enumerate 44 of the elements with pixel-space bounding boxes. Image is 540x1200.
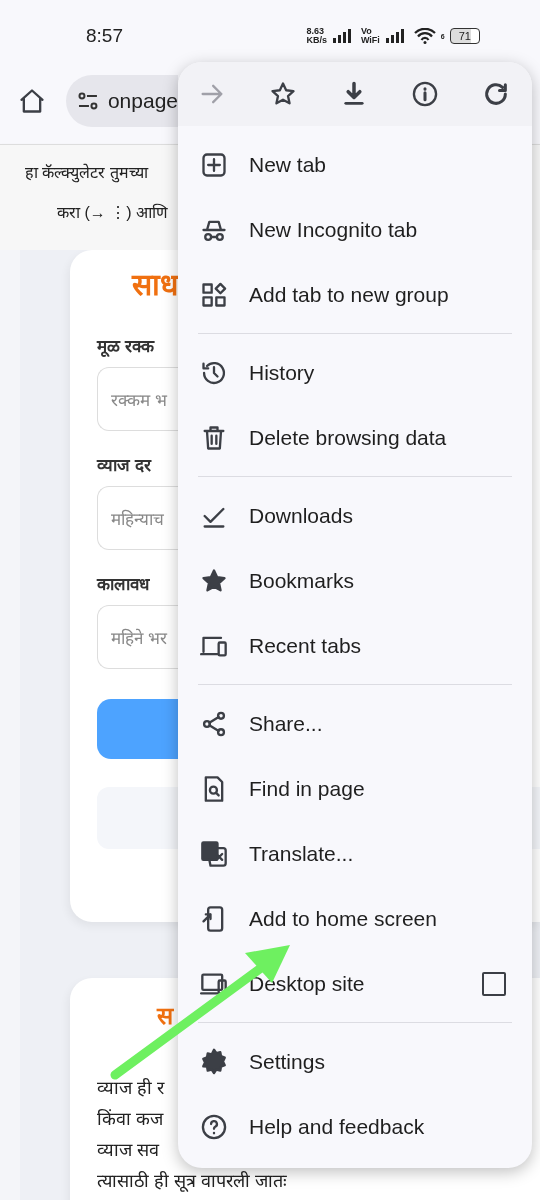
- menu-item[interactable]: Help and feedback: [178, 1094, 532, 1159]
- menu-item[interactable]: Delete browsing data: [178, 405, 532, 470]
- menu-item[interactable]: Translate...: [178, 821, 532, 886]
- menu-item[interactable]: Add tab to new group: [178, 262, 532, 327]
- banner-text: हा कॅल्क्युलेटर तुमच्या: [25, 162, 148, 183]
- help-icon: [200, 1112, 228, 1141]
- shapes-icon: [200, 280, 228, 309]
- menu-item[interactable]: New tab: [178, 132, 532, 197]
- menu-item[interactable]: New Incognito tab: [178, 197, 532, 262]
- plus-square-icon: [200, 150, 228, 179]
- settings-icon: [200, 1047, 228, 1076]
- info-icon[interactable]: [411, 80, 439, 108]
- home-icon[interactable]: [18, 87, 46, 115]
- menu-item[interactable]: Downloads: [178, 483, 532, 548]
- reload-icon[interactable]: [482, 80, 510, 108]
- menu-item[interactable]: Bookmarks: [178, 548, 532, 613]
- menu-item[interactable]: Add to home screen: [178, 886, 532, 951]
- checkbox[interactable]: [482, 971, 506, 996]
- paragraph-line: त्यासाठी ही सूत्र वापरली जातः: [97, 1170, 287, 1194]
- battery-level: 71: [449, 28, 480, 44]
- menu-item[interactable]: Settings: [178, 1029, 532, 1094]
- star-icon: [200, 566, 228, 595]
- network-speed: 8.63 KB/s: [306, 27, 327, 45]
- banner-text: करा (→ ⋮) आणि: [57, 202, 168, 223]
- star-icon[interactable]: [269, 80, 297, 108]
- menu-item[interactable]: History: [178, 340, 532, 405]
- section-heading: स: [157, 1001, 173, 1031]
- address-bar[interactable]: onpage: [66, 75, 178, 127]
- translate-icon: [200, 839, 228, 868]
- clock: 8:57: [86, 25, 123, 47]
- paragraph-line: व्याज सव: [97, 1139, 159, 1162]
- menu-item[interactable]: Desktop site: [178, 951, 532, 1016]
- wifi-icon: [413, 28, 436, 44]
- share-icon: [200, 709, 228, 738]
- field-label: कालावध: [97, 574, 149, 595]
- calculator-title: साध: [132, 267, 178, 303]
- menu-item[interactable]: Find in page: [178, 756, 532, 821]
- paragraph-line: किंवा कज: [97, 1108, 163, 1131]
- vowifi-label: Vo WiFi: [360, 27, 380, 45]
- menu-item[interactable]: Share...: [178, 691, 532, 756]
- menu-item[interactable]: Recent tabs: [178, 613, 532, 678]
- field-label: व्याज दर: [97, 455, 151, 476]
- field-label: मूळ रक्क: [97, 336, 154, 357]
- paragraph-line: व्याज ही र: [97, 1077, 164, 1100]
